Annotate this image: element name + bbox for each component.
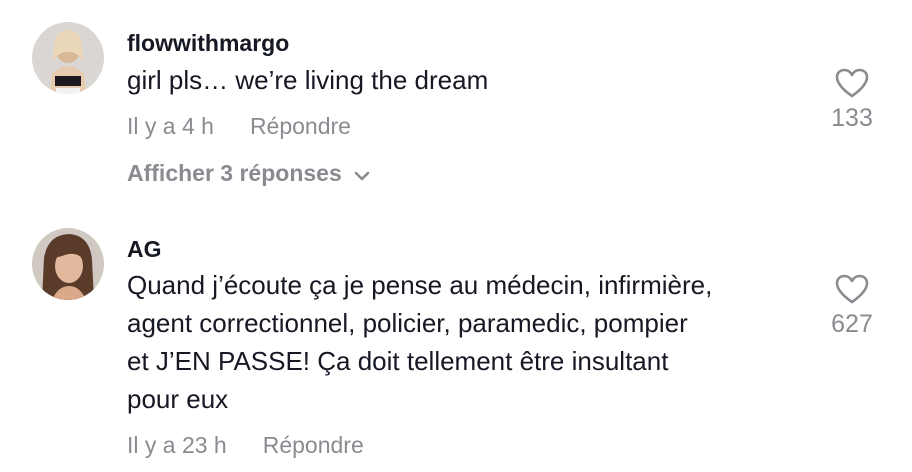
avatar[interactable] xyxy=(32,228,104,300)
chevron-down-icon xyxy=(354,171,370,180)
comment-text: Quand j’écoute ça je pense au médecin, i… xyxy=(127,266,712,418)
like-count: 627 xyxy=(831,310,873,338)
comment-username[interactable]: flowwithmargo xyxy=(127,30,289,57)
like-count: 133 xyxy=(831,104,873,132)
reply-button[interactable]: Répondre xyxy=(263,432,364,459)
view-replies-button[interactable]: Afficher 3 réponses xyxy=(127,160,370,187)
heart-outline-icon xyxy=(835,274,869,304)
comment-item: flowwithmargo girl pls… we’re living the… xyxy=(0,0,912,200)
like-button[interactable]: 627 xyxy=(822,274,882,339)
comment-text: girl pls… we’re living the dream xyxy=(127,61,488,99)
comment-text-line: Quand j’écoute ça je pense au médecin, i… xyxy=(127,270,713,300)
reply-button[interactable]: Répondre xyxy=(250,113,351,140)
comment-text-line: et J’EN PASSE! Ça doit tellement être in… xyxy=(127,346,669,376)
comment-text-line: pour eux xyxy=(127,384,229,414)
comment-text-line: agent correctionnel, policier, paramedic… xyxy=(127,308,688,338)
comment-username[interactable]: AG xyxy=(127,236,162,263)
comment-text-line: girl pls… we’re living the dream xyxy=(127,65,489,95)
heart-outline-icon xyxy=(835,68,869,98)
comment-timestamp: Il y a 23 h xyxy=(127,432,227,458)
comment-timestamp: Il y a 4 h xyxy=(127,113,214,139)
comment-meta: Il y a 23 h Répondre xyxy=(127,432,364,459)
avatar[interactable] xyxy=(32,22,104,94)
view-replies-label: Afficher 3 réponses xyxy=(127,160,342,186)
comment-item: AG Quand j’écoute ça je pense au médecin… xyxy=(0,200,912,472)
like-button[interactable]: 133 xyxy=(822,68,882,133)
comment-meta: Il y a 4 h Répondre xyxy=(127,113,351,140)
